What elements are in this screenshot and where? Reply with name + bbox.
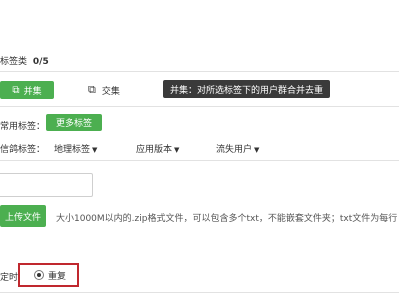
geo-tag-dropdown[interactable]: 地理标签 ▼ (54, 142, 97, 155)
union-tooltip: 并集：对所选标签下的用户群合并去重 (163, 80, 331, 98)
more-tags-label: 更多标签 (55, 119, 92, 129)
info-tags-label: 信鸽标签： (0, 145, 46, 155)
caret-down-icon: ▼ (92, 146, 98, 154)
tag-count-label: 标签类 (0, 57, 28, 67)
upload-button-label: 上传文件 (4, 212, 41, 223)
upload-file-button[interactable]: 上传文件 (0, 205, 46, 227)
caret-down-icon: ▼ (254, 146, 260, 154)
divider (0, 71, 399, 72)
upload-hint: 大小1000M以内的.zip格式文件，可以包含多个txt，不能嵌套文件夹；txt… (56, 214, 398, 224)
tooltip-text: 并集：对所选标签下的用户群合并去重 (170, 85, 324, 96)
dropdown-label: 地理标签 (54, 145, 91, 155)
radio-selected-icon[interactable] (34, 270, 44, 280)
churn-users-dropdown[interactable]: 流失用户 ▼ (216, 142, 259, 155)
union-button[interactable]: ⧉ 并集 (0, 81, 54, 99)
dropdown-label: 应用版本 (136, 145, 173, 155)
common-tags-label: 常用标签： (0, 122, 46, 132)
app-version-dropdown[interactable]: 应用版本 ▼ (136, 142, 179, 155)
divider (0, 292, 399, 293)
text-input[interactable] (0, 173, 93, 197)
divider (0, 160, 399, 161)
union-button-label: 并集 (23, 86, 42, 97)
tag-count-value: 0/5 (32, 57, 49, 67)
tag-count-row: 标签类 0/5 (0, 54, 49, 67)
caret-down-icon: ▼ (174, 146, 180, 154)
more-tags-button[interactable]: 更多标签 (46, 114, 102, 131)
timing-label: 定时 (0, 273, 19, 283)
divider (0, 106, 399, 107)
union-icon: ⧉ (12, 84, 20, 96)
intersect-option[interactable]: ⧉ 交集 (88, 81, 120, 99)
repeat-option-label: 重复 (48, 271, 67, 282)
intersect-icon: ⧉ (88, 83, 96, 96)
intersect-label: 交集 (101, 86, 120, 97)
repeat-option-highlight[interactable]: 重复 (18, 263, 79, 287)
dropdown-label: 流失用户 (216, 145, 253, 155)
